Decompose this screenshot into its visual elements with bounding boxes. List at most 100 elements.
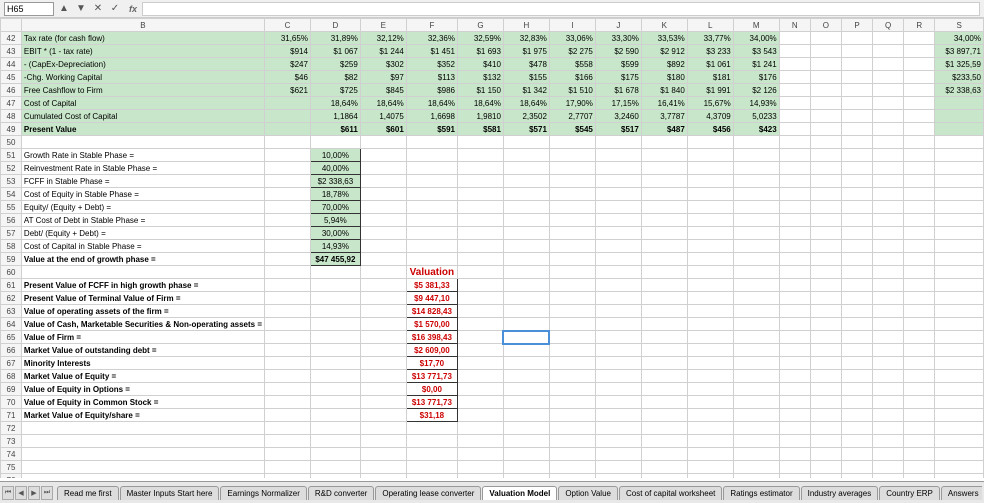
col-header[interactable]: F <box>406 19 457 32</box>
row-header[interactable]: 53 <box>1 175 22 188</box>
cell[interactable]: Free Cashflow to Firm <box>21 84 264 97</box>
cell[interactable] <box>458 357 504 370</box>
col-header[interactable]: Q <box>873 19 904 32</box>
cell[interactable] <box>687 214 733 227</box>
row-header[interactable]: 67 <box>1 357 22 370</box>
col-header[interactable]: O <box>810 19 841 32</box>
cell[interactable] <box>265 448 311 461</box>
cell[interactable] <box>873 227 904 240</box>
cell[interactable] <box>779 409 810 422</box>
cell[interactable] <box>641 448 687 461</box>
cell[interactable] <box>458 149 504 162</box>
cell[interactable] <box>810 370 841 383</box>
col-header[interactable] <box>1 19 22 32</box>
cell[interactable]: Value at the end of growth phase = <box>21 253 264 266</box>
cell[interactable] <box>687 149 733 162</box>
cell[interactable] <box>595 357 641 370</box>
cell[interactable] <box>360 214 406 227</box>
row-header[interactable]: 73 <box>1 435 22 448</box>
cell[interactable] <box>641 240 687 253</box>
cell[interactable] <box>265 214 311 227</box>
cell[interactable] <box>549 318 595 331</box>
cell[interactable]: Value of Firm = <box>21 331 264 344</box>
row-header[interactable]: 48 <box>1 110 22 123</box>
cell[interactable] <box>265 474 311 479</box>
cell[interactable] <box>406 227 457 240</box>
fx-icon[interactable]: fx <box>129 4 137 14</box>
cell[interactable] <box>779 266 810 279</box>
cell[interactable] <box>733 409 779 422</box>
cell[interactable] <box>549 370 595 383</box>
cell[interactable]: $2 338,63 <box>935 84 984 97</box>
cell[interactable]: Present Value <box>21 123 264 136</box>
cell[interactable] <box>810 396 841 409</box>
cell[interactable] <box>935 331 984 344</box>
cell[interactable]: 32,59% <box>458 32 504 45</box>
cell[interactable] <box>595 162 641 175</box>
cell[interactable] <box>842 175 873 188</box>
cell[interactable] <box>310 474 360 479</box>
cell[interactable] <box>842 422 873 435</box>
cell[interactable] <box>779 435 810 448</box>
cell[interactable] <box>810 58 841 71</box>
cell[interactable]: $302 <box>360 58 406 71</box>
cell[interactable] <box>458 162 504 175</box>
cell[interactable] <box>310 409 360 422</box>
cell[interactable]: 14,93% <box>733 97 779 110</box>
cell[interactable] <box>310 292 360 305</box>
cell[interactable] <box>935 136 984 149</box>
row-header[interactable]: 50 <box>1 136 22 149</box>
cell[interactable] <box>687 474 733 479</box>
cell[interactable] <box>842 370 873 383</box>
cell[interactable] <box>503 149 549 162</box>
col-header[interactable]: I <box>549 19 595 32</box>
cell[interactable] <box>595 474 641 479</box>
cell[interactable] <box>406 175 457 188</box>
cell[interactable] <box>904 461 935 474</box>
cell[interactable] <box>503 474 549 479</box>
cell[interactable] <box>265 422 311 435</box>
cell[interactable] <box>873 201 904 214</box>
sheet-tab[interactable]: Operating lease converter <box>375 486 481 500</box>
cell[interactable] <box>779 32 810 45</box>
cell[interactable] <box>549 305 595 318</box>
cell[interactable] <box>595 344 641 357</box>
cell[interactable]: $2 126 <box>733 84 779 97</box>
cell[interactable] <box>641 227 687 240</box>
cell[interactable] <box>842 201 873 214</box>
cell[interactable]: $581 <box>458 123 504 136</box>
cell[interactable] <box>779 331 810 344</box>
cell[interactable]: $3 233 <box>687 45 733 58</box>
cell[interactable] <box>733 396 779 409</box>
cell[interactable] <box>733 188 779 201</box>
cell[interactable] <box>810 461 841 474</box>
cell[interactable] <box>873 162 904 175</box>
cell[interactable]: $1 241 <box>733 58 779 71</box>
cell[interactable] <box>779 292 810 305</box>
cell[interactable]: 33,53% <box>641 32 687 45</box>
row-header[interactable]: 42 <box>1 32 22 45</box>
cell[interactable] <box>810 240 841 253</box>
cell[interactable]: $1 325,59 <box>935 58 984 71</box>
cell[interactable]: 18,64% <box>406 97 457 110</box>
cell[interactable] <box>873 331 904 344</box>
cell[interactable] <box>265 318 311 331</box>
row-header[interactable]: 76 <box>1 474 22 479</box>
cell[interactable] <box>733 448 779 461</box>
cell[interactable] <box>687 227 733 240</box>
cell[interactable] <box>842 162 873 175</box>
row-header[interactable]: 60 <box>1 266 22 279</box>
cell[interactable] <box>265 188 311 201</box>
cell[interactable]: $46 <box>265 71 311 84</box>
cell[interactable] <box>873 97 904 110</box>
row-header[interactable]: 62 <box>1 292 22 305</box>
cell[interactable]: 34,00% <box>733 32 779 45</box>
cell[interactable]: Value of Cash, Marketable Securities & N… <box>21 318 264 331</box>
cell[interactable] <box>360 357 406 370</box>
sheet-tab[interactable]: Earnings Normalizer <box>220 486 306 500</box>
cell[interactable] <box>595 409 641 422</box>
cell[interactable] <box>360 188 406 201</box>
col-header[interactable]: H <box>503 19 549 32</box>
tab-last-icon[interactable]: ⏭ <box>41 486 53 500</box>
cell[interactable]: Growth Rate in Stable Phase = <box>21 149 264 162</box>
